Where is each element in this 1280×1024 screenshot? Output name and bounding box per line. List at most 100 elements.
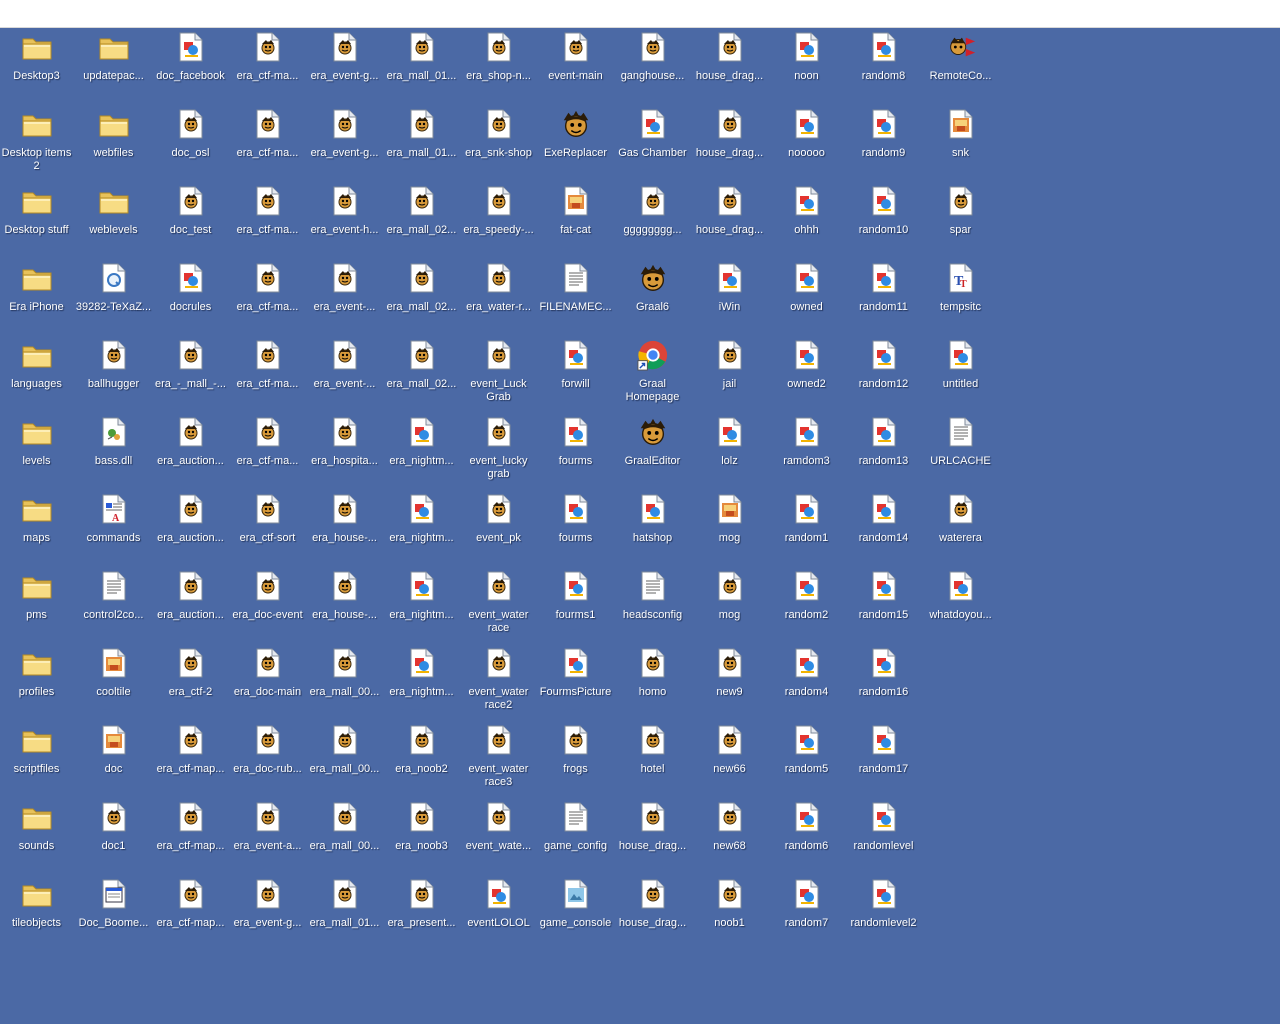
desktop-icon[interactable]: GraalEditor [614,414,691,486]
desktop-icon[interactable]: Acommands [75,491,152,563]
desktop-icon[interactable]: random9 [845,106,922,178]
desktop-icon[interactable]: scriptfiles [0,722,75,794]
desktop-icon[interactable]: era_snk-shop [460,106,537,178]
desktop-icon[interactable]: era_auction... [152,568,229,640]
desktop-icon[interactable]: era_ctf-2 [152,645,229,717]
desktop-icon[interactable]: era_doc-rub... [229,722,306,794]
desktop-icon[interactable]: era_mall_01... [306,876,383,948]
desktop-icon[interactable]: forwill [537,337,614,409]
desktop-icon[interactable]: ohhh [768,183,845,255]
desktop-icon[interactable]: era_nightm... [383,414,460,486]
desktop-icon[interactable]: era_nightm... [383,568,460,640]
desktop-icon[interactable]: era_mall_02... [383,337,460,409]
desktop-icon[interactable]: doc_osl [152,106,229,178]
desktop-icon[interactable]: iWin [691,260,768,332]
desktop-icon[interactable]: house_drag... [614,799,691,871]
desktop-icon[interactable]: cooltile [75,645,152,717]
desktop-icon[interactable]: event_Luck Grab [460,337,537,409]
desktop-icon[interactable]: random14 [845,491,922,563]
desktop-icon[interactable]: era_event-... [306,260,383,332]
desktop-icon[interactable]: Desktop stuff [0,183,75,255]
desktop-icon[interactable]: new9 [691,645,768,717]
desktop-icon[interactable]: era_event-h... [306,183,383,255]
desktop-icon[interactable]: T T tempsitc [922,260,999,332]
desktop-icon[interactable]: era_doc-main [229,645,306,717]
desktop-icon[interactable]: era_event-a... [229,799,306,871]
desktop-icon[interactable]: mog [691,568,768,640]
desktop-icon[interactable]: ramdom3 [768,414,845,486]
desktop-icon[interactable]: FourmsPicture [537,645,614,717]
desktop-icon[interactable]: era_ctf-ma... [229,260,306,332]
desktop-icon[interactable]: event_wate... [460,799,537,871]
desktop-icon[interactable]: Graal Homepage [614,337,691,409]
desktop-icon[interactable]: updatepac... [75,29,152,101]
desktop-icon[interactable]: era_auction... [152,414,229,486]
desktop-icon[interactable]: era_ctf-map... [152,876,229,948]
desktop-icon[interactable]: era_event-g... [306,106,383,178]
desktop-icon[interactable]: era_water-r... [460,260,537,332]
desktop-icon[interactable]: 39282-TeXaZ... [75,260,152,332]
desktop-icon[interactable]: fourms [537,414,614,486]
desktop-icon[interactable]: noon [768,29,845,101]
desktop-icon[interactable]: event_water race [460,568,537,640]
desktop-icon[interactable]: era_event-... [306,337,383,409]
desktop-icon[interactable]: random13 [845,414,922,486]
desktop-icon[interactable]: jail [691,337,768,409]
desktop-icon[interactable]: nooooo [768,106,845,178]
desktop-icon[interactable]: profiles [0,645,75,717]
desktop-icon[interactable]: maps [0,491,75,563]
desktop-icon[interactable]: era_nightm... [383,645,460,717]
desktop-icon[interactable]: random5 [768,722,845,794]
desktop-icon[interactable]: whatdoyou... [922,568,999,640]
desktop-icon[interactable]: weblevels [75,183,152,255]
desktop-icon[interactable]: random11 [845,260,922,332]
desktop-icon[interactable]: era_noob3 [383,799,460,871]
desktop-icon[interactable]: docrules [152,260,229,332]
desktop-icon[interactable]: random8 [845,29,922,101]
desktop-icon[interactable]: hatshop [614,491,691,563]
desktop-icon[interactable]: game_config [537,799,614,871]
desktop-icon[interactable]: FILENAMEC... [537,260,614,332]
desktop-icon[interactable]: event-main [537,29,614,101]
desktop-icon[interactable]: game_console [537,876,614,948]
desktop-icon[interactable]: era_speedy-... [460,183,537,255]
desktop-icon[interactable]: era_house-... [306,568,383,640]
desktop-icon[interactable]: random2 [768,568,845,640]
desktop-icon[interactable]: URLCACHE [922,414,999,486]
desktop-icon[interactable]: era_mall_00... [306,645,383,717]
desktop-icon[interactable]: Gas Chamber [614,106,691,178]
desktop-icon[interactable]: era_ctf-sort [229,491,306,563]
desktop-icon[interactable]: Era iPhone [0,260,75,332]
desktop-icon[interactable]: event_pk [460,491,537,563]
desktop-icon[interactable]: random16 [845,645,922,717]
desktop-icon[interactable]: era_ctf-ma... [229,414,306,486]
desktop-icon[interactable]: house_drag... [691,183,768,255]
desktop-icon[interactable]: random12 [845,337,922,409]
desktop-icon[interactable]: era_-_mall_-... [152,337,229,409]
desktop-icon[interactable]: era_event-g... [306,29,383,101]
desktop-icon[interactable]: doc_facebook [152,29,229,101]
desktop-icon[interactable]: sounds [0,799,75,871]
desktop-icon[interactable]: languages [0,337,75,409]
desktop-icon[interactable]: era_house-... [306,491,383,563]
desktop-icon[interactable]: random4 [768,645,845,717]
desktop-icon[interactable]: era_mall_02... [383,183,460,255]
desktop-icon[interactable]: era_nightm... [383,491,460,563]
desktop-icon[interactable]: era_mall_02... [383,260,460,332]
desktop-icon[interactable]: era_event-g... [229,876,306,948]
desktop-icon[interactable]: untitled [922,337,999,409]
desktop-icon[interactable]: frogs [537,722,614,794]
desktop-icon[interactable]: ExeReplacer [537,106,614,178]
desktop-icon[interactable]: new66 [691,722,768,794]
desktop-icon[interactable]: era_present... [383,876,460,948]
desktop-icon[interactable]: event_lucky grab [460,414,537,486]
desktop-icon[interactable]: control2co... [75,568,152,640]
desktop-icon[interactable]: era_mall_00... [306,722,383,794]
desktop-icon[interactable]: ballhugger [75,337,152,409]
desktop-icon[interactable]: era_shop-n... [460,29,537,101]
desktop-icon[interactable]: doc1 [75,799,152,871]
desktop-icon[interactable]: Desktop3 [0,29,75,101]
desktop-icon[interactable]: era_noob2 [383,722,460,794]
desktop-icon[interactable]: snk [922,106,999,178]
desktop-icon[interactable]: era_ctf-ma... [229,29,306,101]
